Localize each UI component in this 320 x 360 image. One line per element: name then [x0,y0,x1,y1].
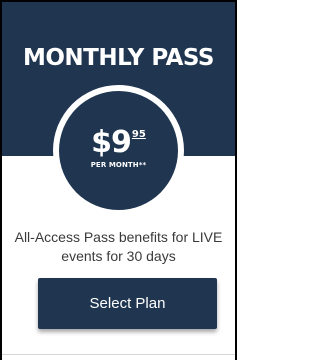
plan-card: MONTHLY PASS $995 PER MONTH** All-Access… [0,0,241,360]
price-display: $995 [59,117,178,165]
price-cents: 95 [131,129,146,140]
select-plan-button[interactable]: Select Plan [38,278,217,329]
plan-title: MONTHLY PASS [22,45,215,71]
card-divider [2,354,235,355]
price-period: PER MONTH** [90,161,147,169]
plan-description: All-Access Pass benefits for LIVE events… [14,229,223,264]
price-amount: $9 [91,125,132,160]
